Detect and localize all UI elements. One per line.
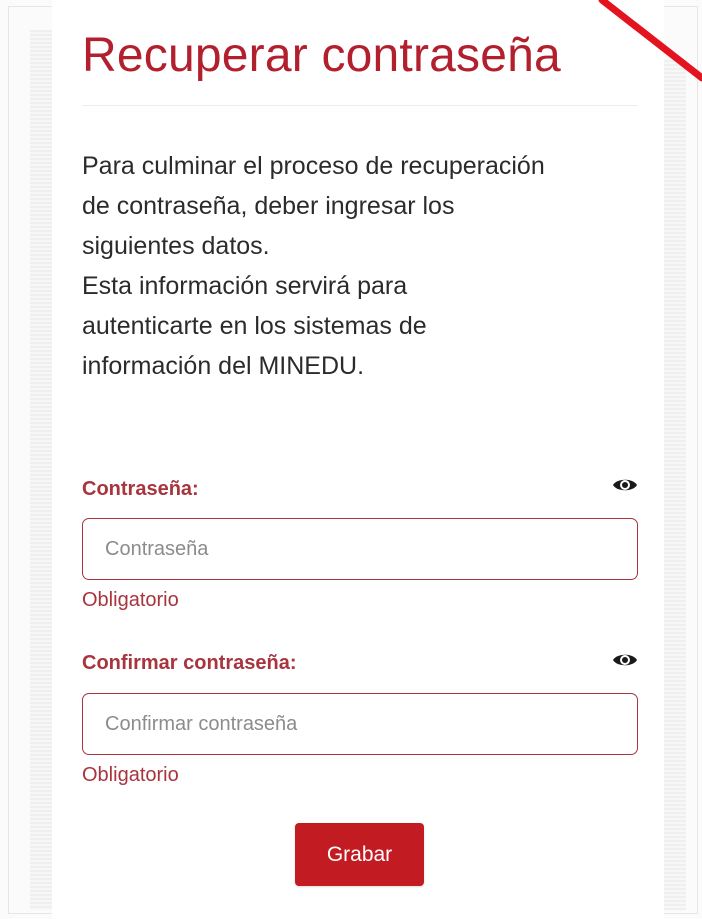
password-error: Obligatorio: [82, 589, 179, 611]
intro-line: de contraseña, deber ingresar los: [82, 192, 455, 220]
title-divider: [82, 105, 638, 106]
intro-line: siguientes datos.: [82, 232, 270, 260]
intro-line: autenticarte en los sistemas de: [82, 312, 427, 340]
eye-icon[interactable]: [612, 651, 638, 669]
confirm-password-label: Confirmar contraseña:: [82, 652, 297, 674]
password-input[interactable]: [82, 518, 638, 580]
page-title: Recuperar contraseña: [82, 29, 561, 82]
right-shadow-rail: [664, 60, 686, 910]
left-shadow-rail: [30, 30, 52, 910]
intro-line: Esta información servirá para: [82, 272, 408, 300]
eye-icon[interactable]: [612, 476, 638, 494]
confirm-password-input[interactable]: [82, 693, 638, 755]
intro-line: información del MINEDU.: [82, 352, 365, 380]
intro-text: Para culminar el proceso de recuperación…: [82, 146, 652, 386]
save-button[interactable]: Grabar: [295, 823, 424, 886]
password-label: Contraseña:: [82, 478, 199, 500]
intro-line: Para culminar el proceso de recuperación: [82, 152, 545, 180]
confirm-password-error: Obligatorio: [82, 764, 179, 786]
